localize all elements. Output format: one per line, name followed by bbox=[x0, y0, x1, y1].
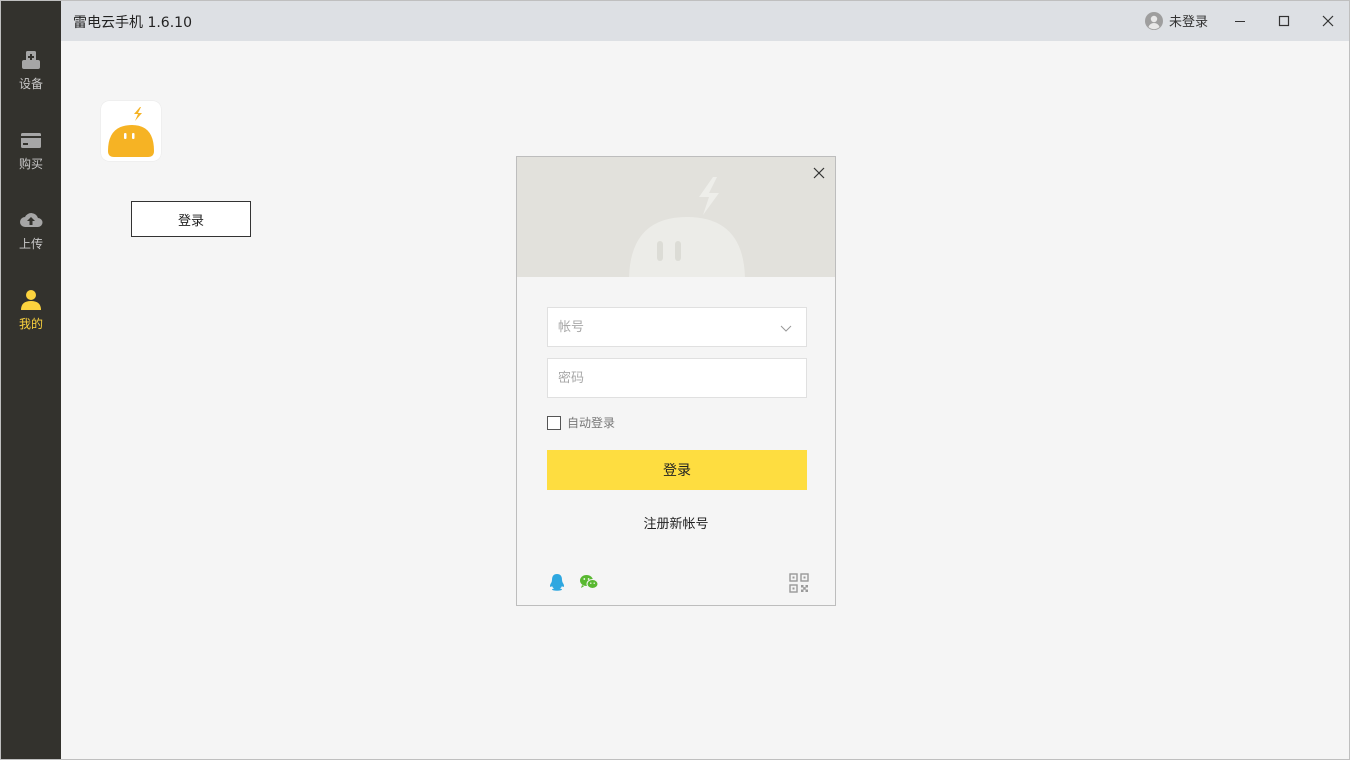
maximize-icon bbox=[1278, 15, 1290, 27]
sidebar-item-label: 设备 bbox=[18, 77, 43, 91]
qq-icon[interactable] bbox=[549, 573, 565, 591]
sidebar-item-label: 上传 bbox=[18, 237, 43, 251]
close-button[interactable] bbox=[1306, 1, 1350, 41]
sidebar-item-mine[interactable]: 我的 bbox=[1, 285, 61, 355]
auto-login-label: 自动登录 bbox=[567, 416, 616, 430]
cloud-upload-icon bbox=[20, 213, 43, 227]
account-field[interactable] bbox=[547, 307, 807, 347]
sidebar-item-label: 我的 bbox=[18, 317, 43, 331]
auto-login-checkbox[interactable] bbox=[547, 415, 561, 430]
account-input[interactable] bbox=[548, 308, 806, 346]
app-title: 雷电云手机 1.6.10 bbox=[73, 15, 192, 31]
sidebar-item-buy[interactable]: 购买 bbox=[1, 125, 61, 195]
close-icon bbox=[813, 167, 825, 179]
user-icon bbox=[21, 290, 41, 310]
minimize-icon bbox=[1235, 21, 1245, 22]
sidebar-item-upload[interactable]: 上传 bbox=[1, 205, 61, 275]
device-icon bbox=[22, 51, 40, 69]
banner-mascot-icon bbox=[629, 177, 745, 277]
card-icon bbox=[21, 133, 41, 148]
sidebar: 设备 购买 上传 我的 bbox=[1, 1, 61, 759]
auto-login-option[interactable]: 自动登录 bbox=[547, 414, 615, 431]
chevron-down-icon[interactable] bbox=[780, 322, 792, 334]
app-mascot-icon bbox=[108, 107, 154, 157]
wechat-icon[interactable] bbox=[579, 574, 599, 590]
user-status[interactable]: 未登录 bbox=[1145, 11, 1208, 30]
avatar-icon bbox=[1145, 11, 1163, 30]
profile-login-button[interactable]: 登录 bbox=[131, 201, 251, 237]
minimize-button[interactable] bbox=[1218, 1, 1262, 41]
close-icon bbox=[1322, 15, 1334, 27]
sidebar-item-label: 购买 bbox=[18, 157, 43, 171]
register-link[interactable]: 注册新帐号 bbox=[517, 513, 835, 532]
app-logo bbox=[101, 101, 161, 161]
dialog-banner bbox=[517, 157, 835, 277]
password-field[interactable] bbox=[547, 358, 807, 398]
password-input[interactable] bbox=[548, 359, 806, 397]
user-status-label: 未登录 bbox=[1169, 15, 1209, 30]
app-window: 设备 购买 上传 我的 雷电云手机 1.6.10 未登录 登录 帐号 自动登录 … bbox=[0, 0, 1350, 760]
sidebar-item-device[interactable]: 设备 bbox=[1, 45, 61, 115]
dialog-close-button[interactable] bbox=[809, 163, 829, 183]
login-button[interactable]: 登录 bbox=[547, 450, 807, 490]
qrcode-icon[interactable] bbox=[789, 573, 809, 593]
title-bar: 雷电云手机 1.6.10 未登录 bbox=[61, 1, 1349, 41]
login-dialog: 自动登录 登录 注册新帐号 bbox=[516, 156, 836, 606]
maximize-button[interactable] bbox=[1262, 1, 1306, 41]
